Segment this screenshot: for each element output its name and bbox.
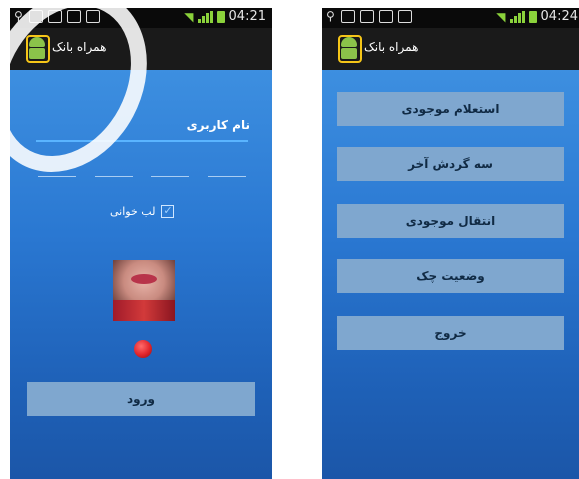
status-icons-right: ◥ 04:24 — [496, 9, 578, 24]
username-label: نام کاربری — [186, 118, 250, 132]
status-icons-right: ◥ 04:21 — [184, 9, 266, 24]
wifi-icon: ◥ — [184, 9, 194, 24]
check-status-button[interactable]: وضعیت چک — [337, 259, 564, 293]
menu-screen: ⚲ ◥ 04:24 همراه بانک استعلام موجودی سه گ… — [322, 0, 579, 479]
lip-reading-option[interactable]: ✓ لب خوانی — [110, 202, 175, 220]
password-input[interactable] — [38, 176, 246, 178]
usb-icon: ⚲ — [14, 9, 23, 23]
status-time: 04:21 — [228, 9, 266, 24]
voicemail-icon — [379, 10, 393, 23]
status-icons-left: ⚲ — [326, 10, 412, 23]
login-button[interactable]: ورود — [27, 382, 255, 416]
menu-content: استعلام موجودی سه گردش آخر انتقال موجودی… — [322, 70, 579, 479]
bag-icon — [86, 10, 100, 23]
status-icons-left: ⚲ — [14, 10, 100, 23]
android-app-icon — [26, 35, 50, 63]
notification-icon — [341, 10, 355, 23]
action-bar: همراه بانک — [10, 28, 272, 70]
voicemail-icon — [67, 10, 81, 23]
action-bar: همراه بانک — [322, 28, 579, 70]
login-content: نام کاربری ✓ لب خوانی ورود — [10, 70, 272, 479]
usb-icon: ⚲ — [326, 9, 335, 23]
login-screen: ⚲ ◥ 04:21 همراه بانک نام کاربری ✓ لب خوا… — [0, 0, 272, 479]
transfer-button[interactable]: انتقال موجودی — [337, 204, 564, 238]
lip-reading-checkbox[interactable]: ✓ — [161, 204, 175, 218]
wifi-icon: ◥ — [496, 9, 506, 24]
signal-icon — [197, 10, 213, 23]
record-button[interactable] — [134, 340, 152, 358]
status-bar: ⚲ ◥ 04:21 — [10, 8, 272, 28]
battery-icon — [528, 10, 537, 23]
bag-icon — [398, 10, 412, 23]
image-icon — [360, 10, 374, 23]
balance-inquiry-button[interactable]: استعلام موجودی — [337, 92, 564, 126]
app-title: همراه بانک — [52, 40, 107, 54]
status-bar: ⚲ ◥ 04:24 — [322, 8, 579, 28]
image-icon — [48, 10, 62, 23]
signal-icon — [509, 10, 525, 23]
status-time: 04:24 — [540, 9, 578, 24]
battery-icon — [216, 10, 225, 23]
android-app-icon — [338, 35, 362, 63]
notification-icon — [29, 10, 43, 23]
last-three-transactions-button[interactable]: سه گردش آخر — [337, 147, 564, 181]
lip-reading-label: لب خوانی — [110, 204, 156, 218]
face-photo — [113, 260, 175, 321]
app-title: همراه بانک — [364, 40, 419, 54]
username-input[interactable] — [36, 140, 248, 142]
exit-button[interactable]: خروج — [337, 316, 564, 350]
